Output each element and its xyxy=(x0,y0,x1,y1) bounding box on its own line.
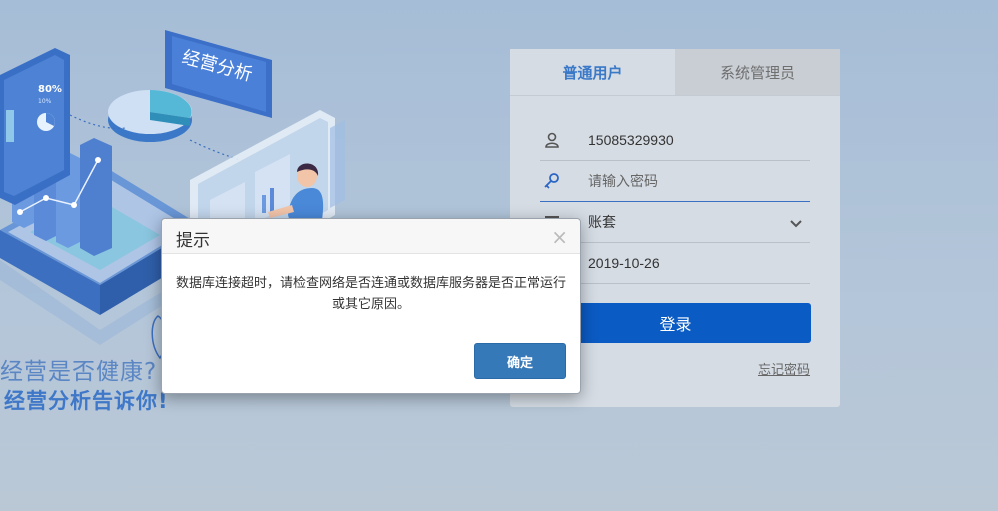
dialog-header: 提示 × xyxy=(162,219,580,254)
dialog-message: 数据库连接超时，请检查网络是否连通或数据库服务器是否正常运行或其它原因。 xyxy=(176,276,567,312)
tab-divider xyxy=(510,95,840,96)
username-field[interactable]: 15085329930 xyxy=(540,120,810,161)
password-placeholder: 请输入密码 xyxy=(588,174,658,190)
alert-dialog: 提示 × 数据库连接超时，请检查网络是否连通或数据库服务器是否正常运行或其它原因… xyxy=(161,218,581,394)
ok-button[interactable]: 确定 xyxy=(474,343,566,379)
tab-system-admin[interactable]: 系统管理员 xyxy=(675,49,840,95)
account-set-value: 账套 xyxy=(588,214,616,230)
dialog-title: 提示 xyxy=(176,231,210,251)
close-icon[interactable]: × xyxy=(551,227,568,247)
password-field[interactable]: 请输入密码 xyxy=(540,161,810,202)
chevron-down-icon[interactable] xyxy=(790,214,802,233)
login-tabs: 普通用户 系统管理员 xyxy=(510,49,840,95)
date-value: 2019-10-26 xyxy=(588,255,660,271)
svg-text:80%: 80% xyxy=(38,84,62,95)
key-icon xyxy=(542,171,562,191)
user-icon xyxy=(542,130,562,150)
svg-text:10%: 10% xyxy=(38,98,52,105)
slogan-line-1: 经营是否健康? xyxy=(0,359,158,385)
tab-regular-user[interactable]: 普通用户 xyxy=(510,49,675,95)
slogan-line-2: 经营分析告诉你! xyxy=(4,389,169,413)
forgot-password-link[interactable]: 忘记密码 xyxy=(758,359,810,378)
username-value: 15085329930 xyxy=(588,132,674,148)
